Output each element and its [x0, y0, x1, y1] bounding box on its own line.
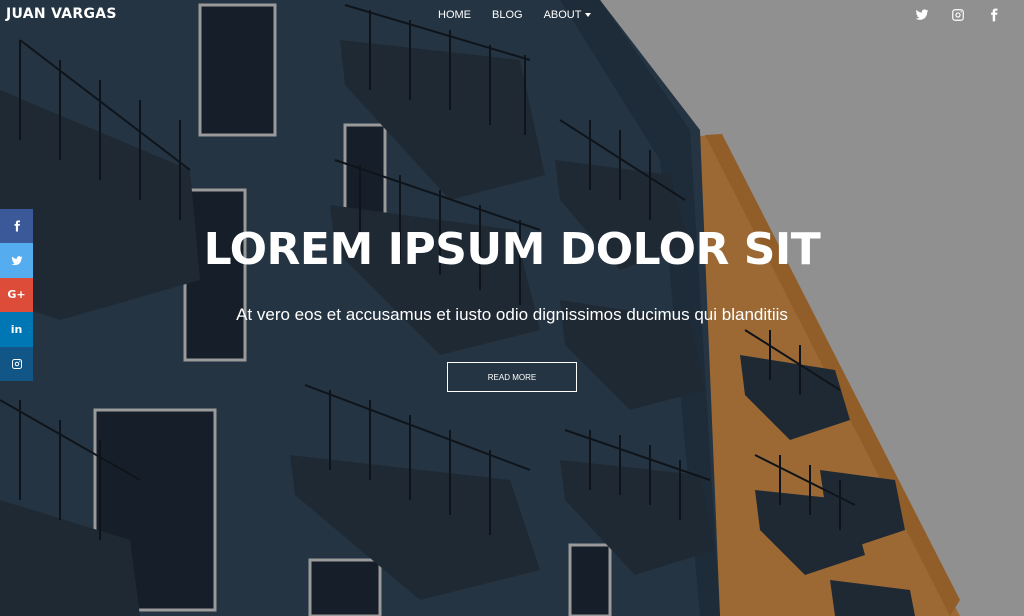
share-instagram-button[interactable] — [0, 346, 33, 381]
nav-blog-label: BLOG — [492, 9, 523, 21]
caret-down-icon — [585, 13, 592, 17]
facebook-icon — [991, 8, 998, 22]
nav-home-label: HOME — [438, 9, 471, 21]
hero-title: LOREM IPSUM DOLOR SIT — [203, 224, 821, 275]
nav-menu: HOME BLOG ABOUT — [438, 9, 612, 21]
nav-twitter-link[interactable] — [914, 7, 930, 23]
brand-logo[interactable]: JUAN VARGAS — [6, 6, 117, 22]
google-plus-icon: G+ — [7, 288, 26, 302]
read-more-button[interactable]: READ MORE — [447, 362, 577, 392]
top-navbar: JUAN VARGAS HOME BLOG ABOUT — [0, 0, 1024, 30]
nav-about-label: ABOUT — [543, 9, 582, 21]
nav-blog[interactable]: BLOG — [492, 9, 523, 21]
hero-subtitle: At vero eos et accusamus et iusto odio d… — [236, 305, 788, 324]
instagram-icon — [11, 358, 22, 369]
instagram-icon — [952, 9, 964, 21]
nav-instagram-link[interactable] — [950, 7, 966, 23]
nav-social-links — [914, 7, 1002, 23]
twitter-icon — [915, 9, 929, 20]
nav-about-dropdown[interactable]: ABOUT — [544, 9, 592, 21]
nav-facebook-link[interactable] — [986, 7, 1002, 23]
nav-home[interactable]: HOME — [438, 9, 471, 21]
